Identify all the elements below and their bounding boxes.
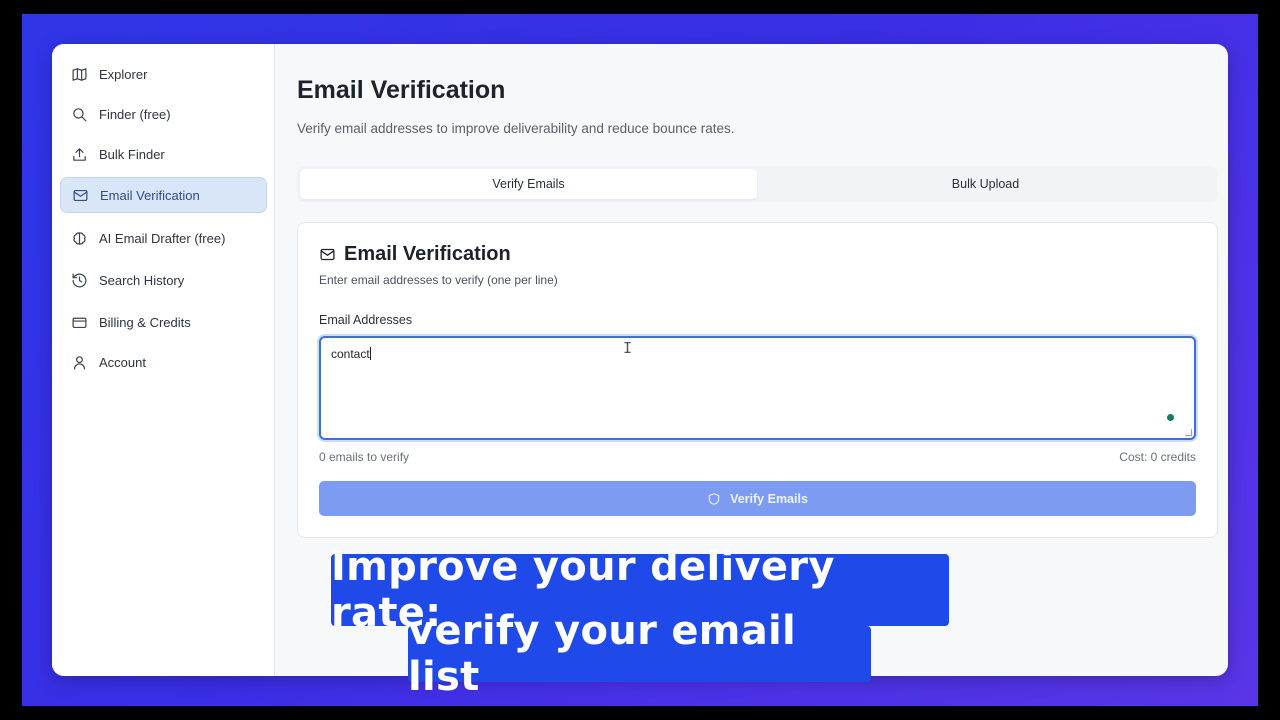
page-title: Email Verification <box>297 76 506 104</box>
sidebar-item-label: Search History <box>99 272 185 288</box>
sidebar-item-search-history[interactable]: Search History <box>60 262 267 298</box>
card-subtitle: Enter email addresses to verify (one per… <box>319 273 558 287</box>
email-addresses-label: Email Addresses <box>319 313 413 327</box>
user-icon <box>70 353 88 371</box>
page-subtitle: Verify email addresses to improve delive… <box>297 121 735 136</box>
mail-icon <box>320 248 335 261</box>
tab-bulk-upload[interactable]: Bulk Upload <box>757 169 1214 199</box>
sidebar-item-bulk-finder[interactable]: Bulk Finder <box>60 136 267 172</box>
sidebar-item-label: Bulk Finder <box>99 146 165 162</box>
sidebar-item-label: Billing & Credits <box>99 314 191 330</box>
card-title: Email Verification <box>319 243 511 266</box>
upload-icon <box>70 145 88 163</box>
resize-handle[interactable] <box>1185 429 1192 436</box>
grammar-checker-icon[interactable] <box>1167 414 1174 421</box>
mouse-ibeam-cursor-icon: I <box>623 339 633 357</box>
tab-bar: Verify Emails Bulk Upload <box>297 166 1217 202</box>
text-caret <box>369 347 371 360</box>
sidebar-item-finder[interactable]: Finder (free) <box>60 96 267 132</box>
email-count: 0 emails to verify <box>319 450 410 464</box>
caption-line-2: verify your email list <box>408 608 871 700</box>
credit-card-icon <box>70 313 88 331</box>
card-title-text: Email Verification <box>344 243 511 265</box>
sidebar-item-label: Finder (free) <box>99 106 171 122</box>
sidebar-item-label: Account <box>99 354 146 370</box>
history-icon <box>70 271 88 289</box>
sidebar-item-explorer[interactable]: Explorer <box>60 56 267 92</box>
textarea-value: contact <box>331 347 370 361</box>
map-icon <box>70 65 88 83</box>
sidebar-item-label: Email Verification <box>100 187 200 203</box>
sidebar-item-label: AI Email Drafter (free) <box>99 230 226 246</box>
sidebar-item-label: Explorer <box>99 66 148 82</box>
sidebar-item-billing[interactable]: Billing & Credits <box>60 304 267 340</box>
sidebar: Explorer Finder (free) Bulk Finder Email… <box>52 44 275 676</box>
verification-card: Email Verification Enter email addresses… <box>297 222 1218 538</box>
shield-icon <box>708 492 720 505</box>
sidebar-item-email-verification[interactable]: Email Verification <box>60 177 267 213</box>
sidebar-item-account[interactable]: Account <box>60 344 267 380</box>
verify-emails-button[interactable]: Verify Emails <box>319 481 1196 516</box>
tab-verify-emails[interactable]: Verify Emails <box>300 169 757 199</box>
sidebar-item-ai-email-drafter[interactable]: AI Email Drafter (free) <box>60 220 267 256</box>
email-addresses-textarea[interactable]: contact <box>319 336 1196 440</box>
mail-icon <box>71 186 89 204</box>
brain-icon <box>70 229 88 247</box>
cost-display: Cost: 0 credits <box>1119 450 1196 464</box>
search-icon <box>70 105 88 123</box>
verify-emails-button-label: Verify Emails <box>730 491 808 506</box>
